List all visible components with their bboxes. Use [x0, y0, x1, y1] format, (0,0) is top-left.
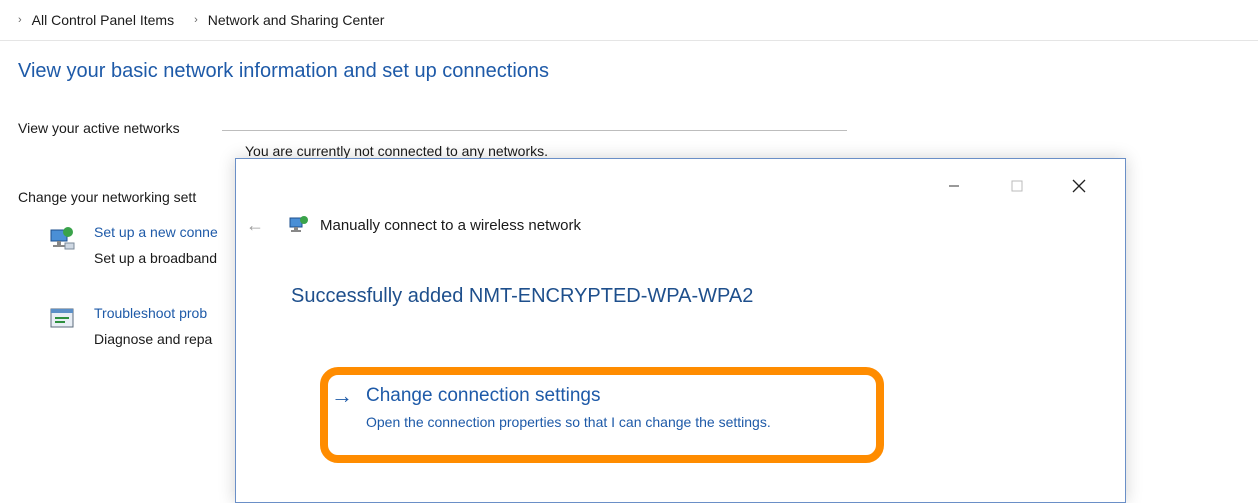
network-setup-icon: [50, 227, 75, 250]
page-title: View your basic network information and …: [18, 60, 550, 82]
option-desc: Open the connection properties so that I…: [366, 414, 771, 430]
wireless-network-icon: [289, 216, 308, 232]
dialog-title: Manually connect to a wireless network: [320, 217, 581, 234]
active-networks-label: View your active networks: [18, 120, 180, 136]
breadcrumb-all-control-panel-items[interactable]: All Control Panel Items: [32, 12, 174, 28]
chevron-right-icon: ›: [194, 14, 198, 26]
maximize-button[interactable]: [997, 171, 1037, 201]
breadcrumb-network-sharing-center[interactable]: Network and Sharing Center: [208, 12, 385, 28]
right-arrow-icon: →: [331, 383, 353, 408]
close-icon: [1072, 179, 1086, 193]
troubleshoot-icon: [50, 308, 74, 328]
section-divider: [222, 130, 847, 131]
success-message: Successfully added NMT-ENCRYPTED-WPA-WPA…: [291, 285, 754, 307]
back-arrow-icon[interactable]: ←: [246, 215, 264, 236]
minimize-button[interactable]: [934, 171, 974, 201]
chevron-right-icon: ›: [18, 14, 22, 26]
setup-connection-desc: Set up a broadband: [94, 250, 217, 266]
maximize-icon: [1011, 180, 1023, 192]
option-title: Change connection settings: [366, 385, 601, 406]
breadcrumb: › All Control Panel Items › Network and …: [0, 0, 1258, 41]
troubleshoot-desc: Diagnose and repa: [94, 331, 213, 347]
change-settings-label: Change your networking sett: [18, 189, 197, 205]
setup-connection-link[interactable]: Set up a new conne: [94, 224, 218, 240]
troubleshoot-link[interactable]: Troubleshoot prob: [94, 305, 207, 321]
change-connection-settings-option[interactable]: → Change connection settings Open the co…: [331, 383, 871, 443]
not-connected-text: You are currently not connected to any n…: [245, 143, 548, 159]
close-button[interactable]: [1059, 171, 1099, 201]
minimize-icon: [949, 185, 959, 187]
manual-connect-dialog: ← Manually connect to a wireless network…: [235, 158, 1126, 503]
